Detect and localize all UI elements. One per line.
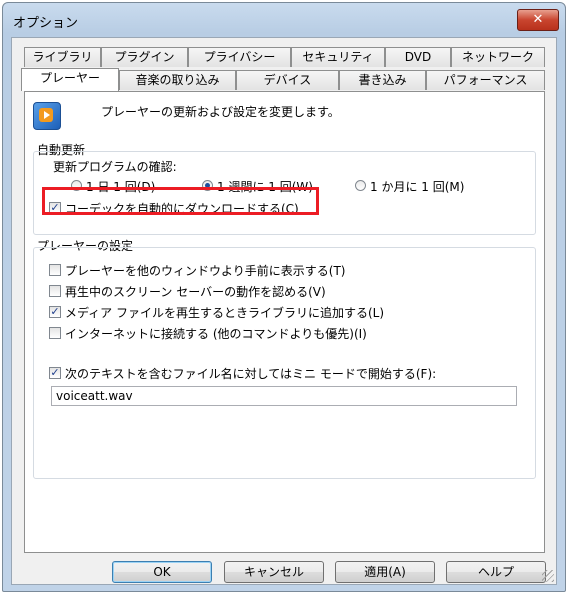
resize-grip[interactable] (542, 570, 554, 582)
radio-monthly-label[interactable]: 1 か月に 1 回(M) (370, 178, 464, 195)
connect-internet-label[interactable]: インターネットに接続する (他のコマンドよりも優先)(I) (65, 325, 367, 342)
tab-rip-music[interactable]: 音楽の取り込み (119, 70, 236, 90)
tab-privacy[interactable]: プライバシー (188, 47, 291, 67)
window-title: オプション (13, 16, 79, 31)
cancel-button[interactable]: キャンセル (224, 561, 324, 583)
panel-description: プレーヤーの更新および設定を変更します。 (101, 105, 340, 119)
allow-screensaver-label[interactable]: 再生中のスクリーン セーバーの動作を認める(V) (65, 283, 326, 300)
options-dialog: オプション ✕ ライブラリ プラグイン プライバシー セキュリティ DVD ネッ… (2, 2, 566, 592)
title-bar[interactable]: オプション ✕ (3, 3, 565, 35)
always-on-top-checkbox[interactable] (49, 264, 61, 276)
tab-security[interactable]: セキュリティ (291, 47, 385, 67)
apply-button[interactable]: 適用(A) (335, 561, 435, 583)
close-icon: ✕ (532, 12, 544, 27)
mini-mode-filename-input[interactable]: voiceatt.wav (51, 386, 517, 406)
tab-devices[interactable]: デバイス (236, 70, 339, 90)
mini-mode-label[interactable]: 次のテキストを含むファイル名に対してはミニ モードで開始する(F): (65, 365, 436, 382)
mini-mode-checkbox[interactable]: ✓ (49, 367, 61, 379)
tab-player[interactable]: プレーヤー (21, 68, 119, 91)
media-player-icon (33, 102, 61, 130)
tab-dvd[interactable]: DVD (385, 47, 451, 67)
always-on-top-label[interactable]: プレーヤーを他のウィンドウより手前に表示する(T) (65, 262, 345, 279)
ok-button[interactable]: OK (112, 561, 212, 583)
radio-monthly[interactable] (355, 180, 366, 191)
close-button[interactable]: ✕ (517, 9, 559, 31)
update-check-label: 更新プログラムの確認: (53, 158, 177, 175)
add-to-library-checkbox[interactable]: ✓ (49, 306, 61, 318)
tab-library[interactable]: ライブラリ (24, 47, 101, 67)
player-tab-panel: プレーヤーの更新および設定を変更します。 自動更新 更新プログラムの確認: 1 … (24, 91, 545, 553)
tab-burn[interactable]: 書き込み (339, 70, 426, 90)
help-button[interactable]: ヘルプ (446, 561, 546, 583)
dialog-client-area: ライブラリ プラグイン プライバシー セキュリティ DVD ネットワーク プレー… (11, 37, 557, 585)
tab-performance[interactable]: パフォーマンス (426, 70, 545, 90)
tab-network[interactable]: ネットワーク (451, 47, 545, 67)
codec-highlight-box (42, 187, 319, 215)
allow-screensaver-checkbox[interactable] (49, 285, 61, 297)
connect-internet-checkbox[interactable] (49, 327, 61, 339)
add-to-library-label[interactable]: メディア ファイルを再生するときライブラリに追加する(L) (65, 304, 384, 321)
player-settings-group (33, 247, 536, 479)
tab-plugins[interactable]: プラグイン (101, 47, 188, 67)
